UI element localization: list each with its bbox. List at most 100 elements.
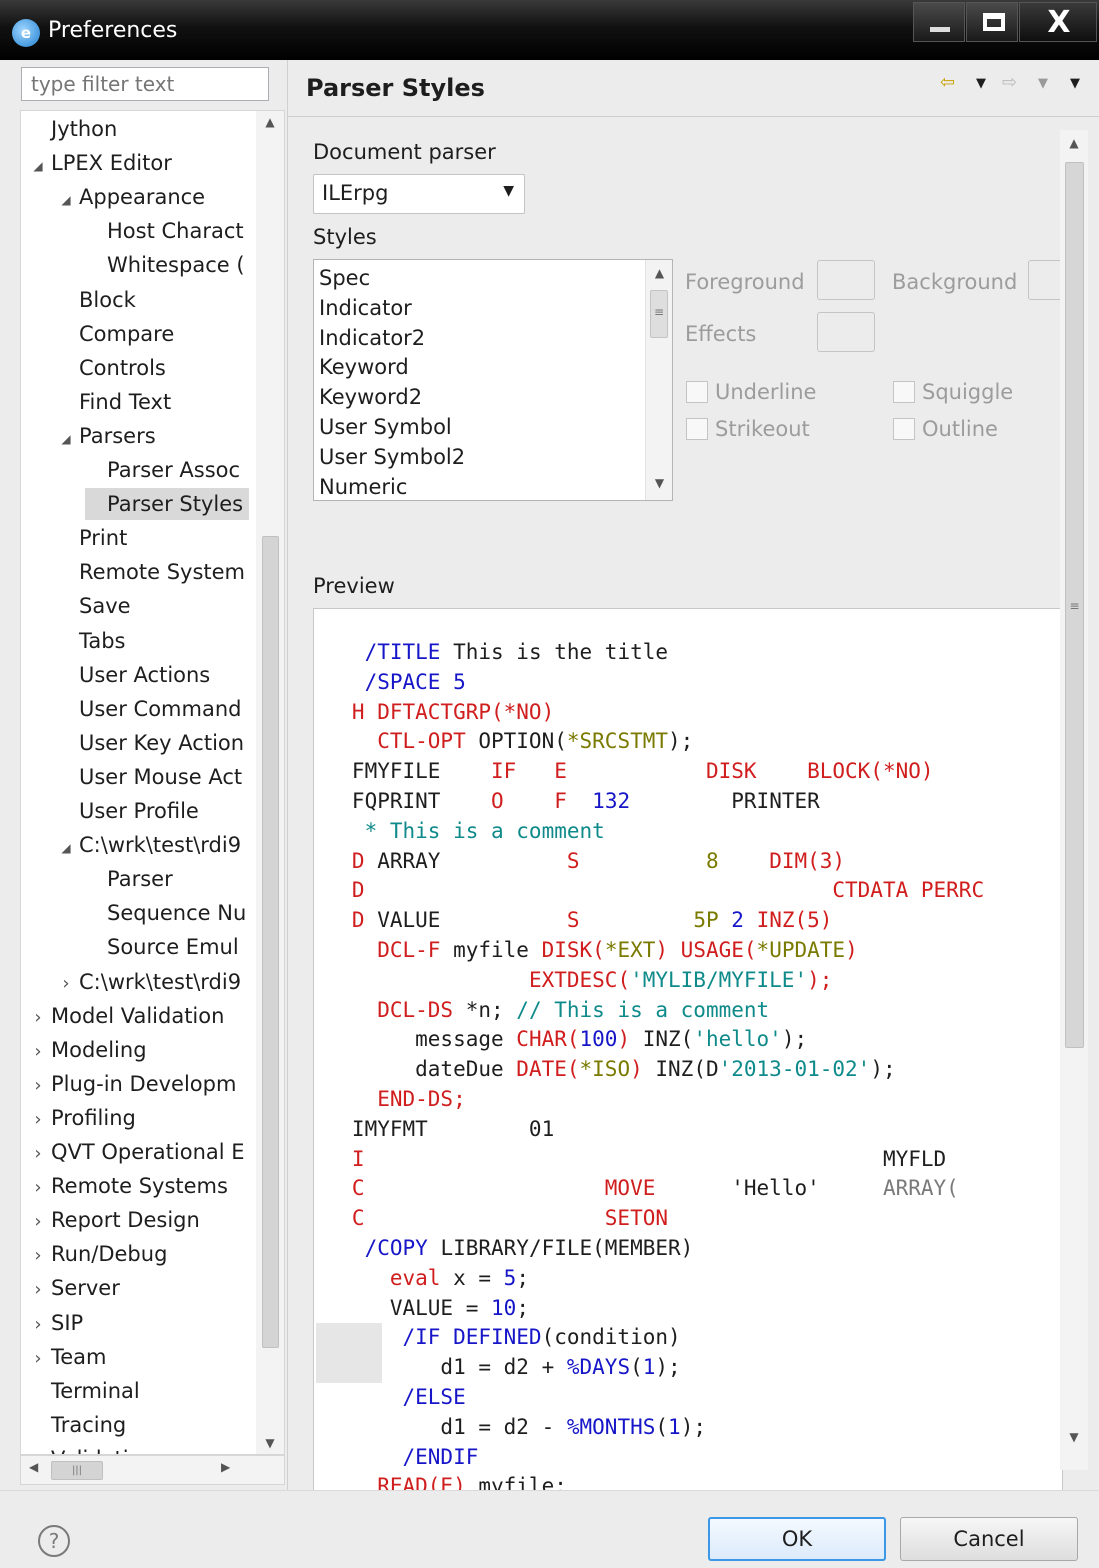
page-scroll-thumb[interactable]: ≡	[1065, 162, 1084, 1048]
expanded-twisty-icon[interactable]: ◢	[57, 832, 75, 864]
collapsed-twisty-icon[interactable]: ›	[29, 1274, 47, 1306]
tree-item[interactable]: › Plug-in Developm	[29, 1068, 236, 1100]
tree-item[interactable]: Save	[57, 590, 131, 622]
scroll-up-icon[interactable]: ▲	[646, 266, 672, 280]
minimize-button[interactable]	[913, 2, 965, 42]
collapsed-twisty-icon[interactable]: ›	[57, 968, 75, 1000]
tree-item[interactable]: ◢ Parsers	[57, 420, 155, 452]
styles-scroll-thumb[interactable]: ≡	[650, 290, 668, 338]
tree-item[interactable]: ◢ C:\wrk\test\rdi9	[57, 829, 241, 861]
tree-item[interactable]: › Profiling	[29, 1102, 135, 1136]
foreground-color-button[interactable]	[817, 260, 875, 300]
view-menu-icon[interactable]: ▼	[1070, 76, 1080, 91]
tree-item[interactable]: User Mouse Act	[57, 761, 242, 793]
tree-item[interactable]: › Server	[29, 1272, 119, 1306]
tree-item[interactable]: ◢ LPEX Editor	[29, 147, 171, 182]
styles-scrollbar[interactable]: ▲ ≡ ▼	[645, 260, 672, 500]
outline-checkbox[interactable]	[893, 418, 915, 440]
document-parser-combo[interactable]: ILErpg ▼	[313, 174, 525, 214]
tree-item[interactable]: User Profile	[57, 795, 199, 827]
style-list-item[interactable]: Keyword2	[319, 382, 422, 412]
underline-checkbox[interactable]	[686, 381, 708, 403]
tree-item[interactable]: Parser Styles	[85, 488, 250, 521]
tree-item[interactable]: › Remote Systems	[29, 1170, 228, 1202]
tree-item[interactable]: › Model Validation	[29, 1000, 224, 1032]
collapsed-twisty-icon[interactable]: ›	[29, 1172, 47, 1204]
tree-horizontal-scrollbar[interactable]: ◀ ||| ▶	[20, 1455, 285, 1485]
tree-item[interactable]: Block	[57, 284, 136, 316]
style-list-item[interactable]: Numeric	[319, 472, 407, 500]
tree-item[interactable]: Whitespace (	[85, 249, 245, 281]
tree-scroll-thumb[interactable]	[262, 536, 279, 1348]
tree-item[interactable]: Sequence Nu	[85, 897, 246, 929]
effects-color-button[interactable]	[817, 312, 875, 352]
style-list-item[interactable]: Keyword	[319, 352, 409, 382]
style-list-item[interactable]: User Symbol	[319, 412, 452, 442]
scroll-up-icon[interactable]: ▲	[1060, 136, 1088, 150]
scroll-down-icon[interactable]: ▼	[1060, 1430, 1088, 1444]
style-list-item[interactable]: User Symbol2	[319, 442, 465, 472]
tree-item[interactable]: Validation	[29, 1443, 155, 1454]
tree-item[interactable]: › C:\wrk\test\rdi9	[57, 966, 241, 998]
tree-item[interactable]: Tabs	[57, 625, 126, 657]
tree-item[interactable]: User Actions	[57, 659, 210, 691]
tree-item[interactable]: › SIP	[29, 1307, 83, 1339]
tree-item[interactable]: › Team	[29, 1341, 106, 1375]
tree-vertical-scrollbar[interactable]: ▲ ▼	[256, 111, 284, 1454]
tree-item[interactable]: Tracing	[29, 1409, 126, 1441]
back-menu-icon[interactable]: ▼	[976, 76, 986, 91]
help-icon[interactable]: ?	[38, 1525, 70, 1557]
tree-item[interactable]: ◢ Appearance	[57, 181, 205, 213]
tree-item[interactable]: User Command	[57, 693, 241, 725]
tree-item[interactable]: Print	[57, 522, 127, 554]
collapsed-twisty-icon[interactable]: ›	[29, 1138, 47, 1170]
tree-item[interactable]: User Key Action	[57, 727, 244, 759]
collapsed-twisty-icon[interactable]: ›	[29, 1104, 47, 1136]
expanded-twisty-icon[interactable]: ◢	[29, 150, 47, 182]
collapsed-twisty-icon[interactable]: ›	[29, 1070, 47, 1102]
styles-list[interactable]: Spec Indicator Indicator2 Keyword Keyword2 Us…	[313, 259, 673, 501]
filter-input[interactable]	[21, 67, 269, 101]
collapsed-twisty-icon[interactable]: ›	[29, 1036, 47, 1068]
tree-item[interactable]: Compare	[57, 318, 174, 350]
tree-item[interactable]: Terminal	[29, 1375, 140, 1407]
style-list-item[interactable]: Indicator	[319, 293, 412, 323]
tree-item[interactable]: Jython	[29, 113, 117, 145]
page-vertical-scrollbar[interactable]: ▲ ≡ ▼	[1060, 130, 1088, 1470]
tree-item[interactable]: › Report Design	[29, 1204, 199, 1238]
tree-item[interactable]: Controls	[57, 352, 166, 384]
collapsed-twisty-icon[interactable]: ›	[29, 1002, 47, 1034]
scroll-down-icon[interactable]: ▼	[646, 476, 672, 490]
scroll-left-icon[interactable]: ◀	[29, 1460, 38, 1474]
background-color-button[interactable]	[1028, 260, 1064, 300]
tree-item[interactable]: › Modeling	[29, 1034, 146, 1068]
tree-hscroll-thumb[interactable]: |||	[51, 1461, 103, 1480]
collapsed-twisty-icon[interactable]: ›	[29, 1206, 47, 1238]
tree-item[interactable]: Remote System	[57, 556, 245, 588]
expanded-twisty-icon[interactable]: ◢	[57, 184, 75, 216]
scroll-up-icon[interactable]: ▲	[256, 115, 284, 129]
tree-item[interactable]: Find Text	[57, 386, 171, 418]
scroll-down-icon[interactable]: ▼	[256, 1436, 284, 1450]
back-arrow-icon[interactable]: ⇦	[940, 72, 955, 93]
close-button[interactable]: X	[1019, 2, 1097, 42]
tree-item[interactable]: Host Charact	[85, 215, 244, 247]
ok-button[interactable]: OK	[708, 1517, 886, 1561]
style-list-item[interactable]: Indicator2	[319, 323, 425, 353]
squiggle-checkbox[interactable]	[893, 381, 915, 403]
strikeout-checkbox[interactable]	[686, 418, 708, 440]
style-list-item[interactable]: Spec	[319, 263, 370, 293]
tree-item[interactable]: Parser	[85, 863, 173, 895]
maximize-button[interactable]	[966, 2, 1018, 42]
tree-item[interactable]: Source Emul	[85, 931, 239, 963]
collapsed-twisty-icon[interactable]: ›	[29, 1343, 47, 1375]
tree-item[interactable]: › Run/Debug	[29, 1238, 167, 1270]
tree-item[interactable]: › QVT Operational E	[29, 1136, 244, 1170]
tree-item[interactable]: Parser Assoc	[85, 454, 240, 486]
forward-menu-icon[interactable]: ▼	[1038, 76, 1048, 91]
collapsed-twisty-icon[interactable]: ›	[29, 1240, 47, 1272]
cancel-button[interactable]: Cancel	[900, 1517, 1078, 1561]
collapsed-twisty-icon[interactable]: ›	[29, 1309, 47, 1341]
preview-editor[interactable]: /TITLE This is the title /SPACE 5 H DFTA…	[313, 608, 1063, 1510]
scroll-right-icon[interactable]: ▶	[221, 1460, 230, 1474]
